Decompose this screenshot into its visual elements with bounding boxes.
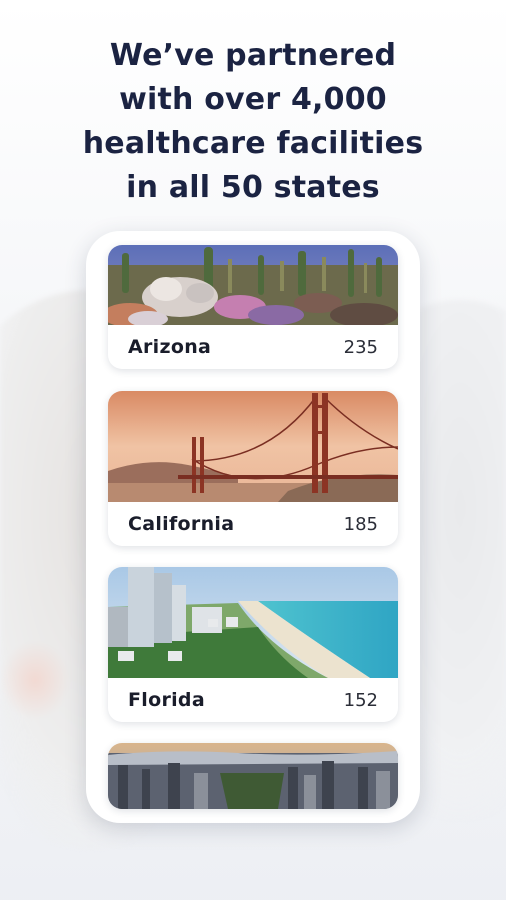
miami-beach-photo (108, 567, 398, 678)
headline-line-4: in all 50 states (126, 170, 380, 205)
facility-count: 185 (343, 513, 378, 535)
state-name: California (128, 513, 235, 535)
state-card-california[interactable]: California 185 (108, 391, 398, 546)
golden-gate-bridge-photo (108, 391, 398, 502)
facility-count: 152 (343, 689, 378, 711)
state-card-footer: Florida 152 (108, 678, 398, 722)
state-card-new-york[interactable] (108, 743, 398, 809)
state-name: Florida (128, 689, 205, 711)
facility-count: 235 (343, 336, 378, 358)
state-card-footer: California 185 (108, 502, 398, 546)
new-york-skyline-photo (108, 743, 398, 809)
phone-mockup: Arizona 235 California 185 Florida 152 (86, 231, 420, 823)
headline: We’ve partnered with over 4,000 healthca… (0, 34, 506, 210)
state-card-footer: Arizona 235 (108, 325, 398, 369)
state-card-florida[interactable]: Florida 152 (108, 567, 398, 722)
headline-line-2: with over 4,000 (119, 82, 387, 117)
headline-line-3: healthcare facilities (82, 126, 424, 161)
headline-line-1: We’ve partnered (109, 38, 397, 73)
state-name: Arizona (128, 336, 212, 358)
bottom-fade (0, 820, 506, 900)
state-card-arizona[interactable]: Arizona 235 (108, 245, 398, 369)
desert-cactus-photo (108, 245, 398, 325)
background-hand-shape (0, 640, 70, 720)
